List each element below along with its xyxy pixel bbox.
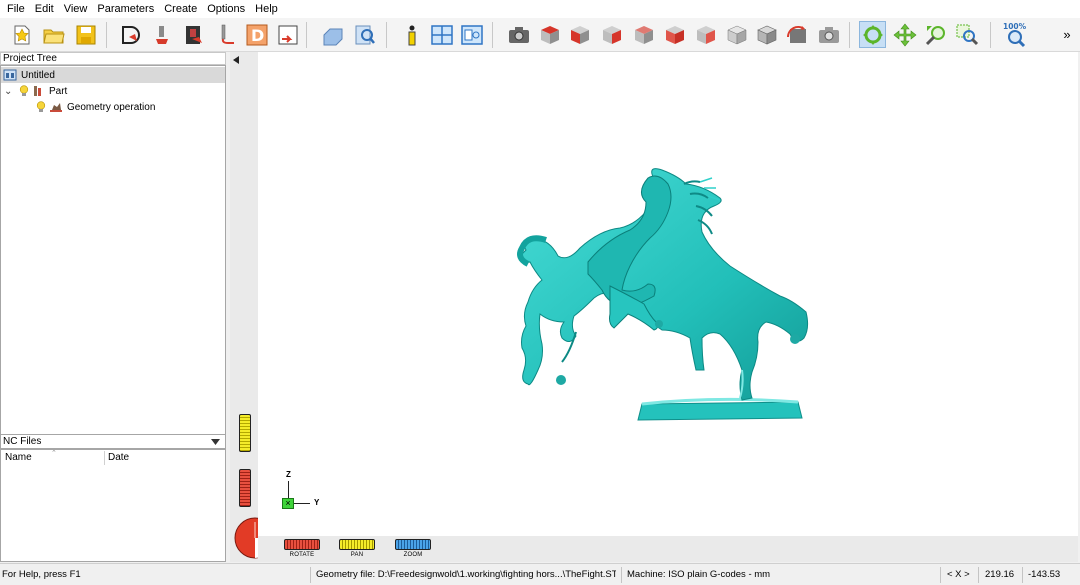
menu-file[interactable]: File <box>2 0 30 18</box>
axis-y-line <box>294 503 310 504</box>
viewport-side-strip <box>230 52 276 562</box>
probe-icon[interactable] <box>212 21 239 48</box>
toolbar-overflow-button[interactable]: » <box>1058 21 1076 48</box>
axis-z-label: Z <box>286 470 291 479</box>
main-toolbar: D 100% » <box>0 18 1080 52</box>
import-geometry-icon[interactable] <box>117 21 144 48</box>
design-d-icon[interactable]: D <box>243 21 270 48</box>
axis-triad: Z × Y <box>282 470 324 510</box>
window-icon[interactable] <box>458 21 485 48</box>
tree-item-part[interactable]: ⌄ Part <box>4 83 67 99</box>
tree-item-untitled-label: Untitled <box>21 69 55 81</box>
view-back-cube-icon[interactable] <box>630 21 657 48</box>
project-icon <box>3 69 17 81</box>
layout-icon[interactable] <box>428 21 455 48</box>
rotate-control[interactable]: ROTATE <box>284 539 320 558</box>
status-x-coordinate: 219.16 <box>985 569 1015 580</box>
pan-control[interactable]: PAN <box>339 539 375 558</box>
simulation-icon[interactable] <box>180 21 207 48</box>
horse-statue-model[interactable] <box>258 52 1078 536</box>
axis-x-origin-icon: × <box>282 498 294 509</box>
axis-y-label: Y <box>314 498 320 507</box>
status-bar: For Help, press F1 Geometry file: D:\Fre… <box>0 563 1080 585</box>
visibility-bulb-icon[interactable] <box>19 85 29 97</box>
pan-mode-icon[interactable] <box>891 21 918 48</box>
geometry-operation-icon <box>49 101 63 113</box>
column-divider[interactable] <box>104 451 105 465</box>
tree-item-untitled[interactable]: Untitled <box>1 67 225 83</box>
collapse-left-arrow-icon[interactable] <box>233 55 239 67</box>
view-right-cube-icon[interactable] <box>598 21 625 48</box>
menu-parameters[interactable]: Parameters <box>92 0 159 18</box>
snapshot-icon[interactable] <box>815 21 842 48</box>
save-icon[interactable] <box>72 21 99 48</box>
view-wire-cube-icon[interactable] <box>753 21 780 48</box>
nc-files-title: NC Files <box>3 436 42 447</box>
status-axis-toggle[interactable]: < X > <box>947 564 977 585</box>
view-top-cube-icon[interactable] <box>536 21 563 48</box>
new-file-icon[interactable] <box>8 21 35 48</box>
rotate-slider[interactable] <box>284 539 320 550</box>
menu-view[interactable]: View <box>59 0 93 18</box>
zoom-level-text: 100% <box>1003 22 1027 31</box>
export-icon[interactable] <box>274 21 301 48</box>
visibility-bulb-icon[interactable] <box>36 101 46 113</box>
rotate-label: ROTATE <box>289 552 315 558</box>
status-geometry-file: Geometry file: D:\Freedesignwold\1.worki… <box>316 569 616 580</box>
zoom-slider[interactable] <box>395 539 431 550</box>
menu-edit[interactable]: Edit <box>30 0 59 18</box>
part-icon <box>32 85 44 97</box>
nc-column-name[interactable]: Name <box>5 452 32 463</box>
tree-item-geometry-operation-label: Geometry operation <box>67 101 156 113</box>
menu-options[interactable]: Options <box>202 0 250 18</box>
rotate-mode-icon[interactable] <box>859 21 886 48</box>
rotate-slider-vertical[interactable] <box>239 469 251 507</box>
zoom-window-icon[interactable] <box>953 21 980 48</box>
nc-column-date[interactable]: Date <box>108 452 129 463</box>
status-machine: Machine: ISO plain G-codes - mm <box>627 569 771 580</box>
project-tree: Untitled ⌄ Part Geometry operation <box>0 65 226 483</box>
axis-z-line <box>288 481 289 499</box>
sort-indicator-icon: ⌃ <box>51 450 57 457</box>
menu-help[interactable]: Help <box>250 0 283 18</box>
project-tree-header: Project Tree <box>0 52 226 65</box>
open-folder-icon[interactable] <box>40 21 67 48</box>
navigation-controls: ROTATE PAN ZOOM <box>258 536 1078 562</box>
tree-item-part-label: Part <box>49 85 68 97</box>
left-panel: Project Tree Untitled ⌄ Part Geometry op… <box>0 52 228 562</box>
pan-slider[interactable] <box>339 539 375 550</box>
zoom-fit-icon[interactable]: 100% <box>1001 21 1028 48</box>
status-help-text: For Help, press F1 <box>2 569 81 580</box>
3d-viewport[interactable]: Z × Y <box>258 52 1078 536</box>
info-icon[interactable] <box>398 21 425 48</box>
tree-item-geometry-operation[interactable]: Geometry operation <box>36 99 155 115</box>
view-iso-cube-icon[interactable] <box>723 21 750 48</box>
zoom-mode-icon[interactable] <box>922 21 949 48</box>
part-view-icon[interactable] <box>319 21 346 48</box>
nc-files-list: Name ⌃ Date <box>0 449 226 562</box>
view-bottom-cube-icon[interactable] <box>692 21 719 48</box>
menu-bar: File Edit View Parameters Create Options… <box>0 0 1080 18</box>
zoom-control[interactable]: ZOOM <box>395 539 431 558</box>
rotate-view-icon[interactable] <box>784 21 811 48</box>
menu-create[interactable]: Create <box>159 0 202 18</box>
find-icon[interactable] <box>351 21 378 48</box>
pan-slider-vertical[interactable] <box>239 414 251 452</box>
camera-icon[interactable] <box>505 21 532 48</box>
view-front-cube-icon[interactable] <box>566 21 593 48</box>
tool-path-icon[interactable] <box>148 21 175 48</box>
nc-files-header[interactable]: NC Files <box>0 434 226 449</box>
pan-label: PAN <box>350 552 364 558</box>
status-y-coordinate: -143.53 <box>1028 569 1061 580</box>
collapse-chevron-icon[interactable]: ⌄ <box>4 86 16 97</box>
svg-text:D: D <box>251 26 264 45</box>
zoom-label: ZOOM <box>403 552 423 558</box>
view-left-cube-icon[interactable] <box>661 21 688 48</box>
